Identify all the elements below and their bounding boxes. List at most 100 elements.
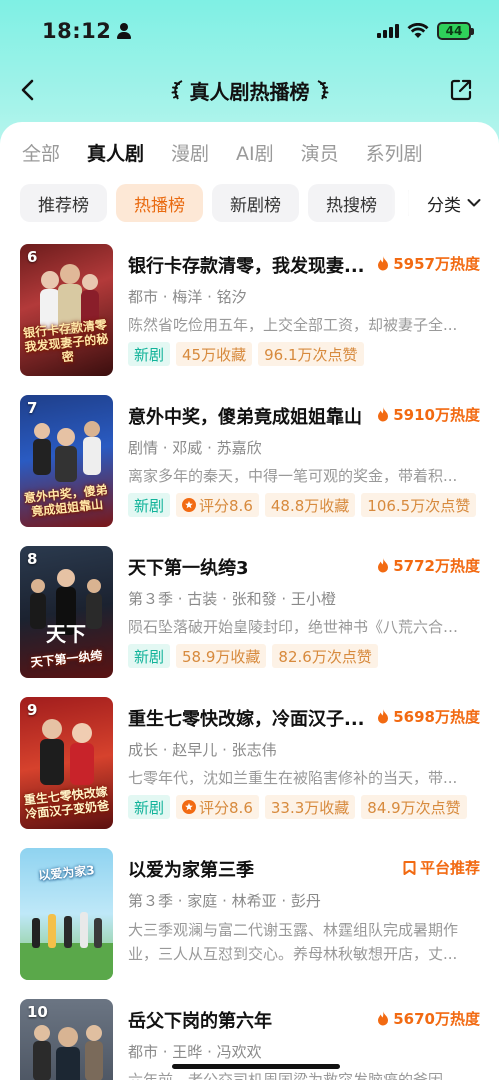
heat-badge: 5910万热度 [377,404,480,425]
flame-icon [378,407,389,422]
flame-icon [378,256,389,271]
score-badge: 评分8.6 [176,795,259,819]
share-icon [450,79,472,101]
heat-value: 5957万热度 [393,255,480,273]
new-badge: 新剧 [128,342,171,366]
heat-badge: 5670万热度 [377,1008,480,1029]
list-item[interactable]: 9 重生七零快改嫁 冷面汉子变奶爸 重生七零快改嫁，冷面汉子... 5698万热… [20,697,480,829]
wifi-icon [407,23,429,38]
page-title-text: 真人剧热播榜 [189,79,310,104]
likes-count: 82.6万次点赞 [272,644,378,668]
score-value: 评分8.6 [199,798,253,817]
item-title: 银行卡存款清零，我发现妻... [128,256,365,277]
favorites-count: 58.9万收藏 [176,644,267,668]
chip-hot[interactable]: 热播榜 [116,184,203,222]
rank-number: 6 [27,248,38,266]
favorites-count: 45万收藏 [176,342,253,366]
page-title: 真人剧热播榜 [170,76,330,105]
filter-label: 分类 [427,195,461,216]
poster-image[interactable]: 10 [20,999,113,1080]
item-meta: 剧情 · 邓威 · 苏嘉欣 [128,439,262,457]
chip-recommend[interactable]: 推荐榜 [20,184,107,222]
category-filter-button[interactable]: 分类 [409,184,499,222]
poster-image[interactable]: 9 重生七零快改嫁 冷面汉子变奶爸 [20,697,113,829]
rank-number: 10 [27,1003,48,1021]
list-item[interactable]: 天下 8 天下第一纨绔 天下第一纨绔3 5772万热度 第３季 · 古装 · 张… [20,546,480,678]
item-tags: 新剧 评分8.6 33.3万收藏 84.9万次点赞 [128,795,467,819]
heat-badge: 5698万热度 [377,706,480,727]
item-tags: 新剧 45万收藏 96.1万次点赞 [128,342,364,366]
poster-image[interactable]: 7 意外中奖，傻弟竟成姐姐靠山 [20,395,113,527]
chip-new[interactable]: 新剧榜 [212,184,299,222]
tab-ai[interactable]: AI剧 [236,140,274,168]
item-description: 大三季观澜与富二代谢玉露、林霆组队完成暑期作业，三人从互怼到交心。养母林秋敏想开… [128,921,459,963]
poster-image[interactable]: 以爱为家3 [20,848,113,980]
score-badge: 评分8.6 [176,493,259,517]
category-tabs: 全部 真人剧 漫剧 AI剧 演员 系列剧 [22,140,450,168]
poster-image[interactable]: 天下 8 天下第一纨绔 [20,546,113,678]
flame-icon [378,1011,389,1026]
status-bar: 18:12 44 [0,0,499,62]
tab-all[interactable]: 全部 [22,140,60,168]
item-title: 岳父下岗的第六年 [128,1011,272,1032]
heat-badge: 5772万热度 [377,555,480,576]
chip-trending[interactable]: 热搜榜 [308,184,395,222]
signal-icon [377,24,399,38]
rank-number: 9 [27,701,38,719]
bookmark-icon [403,860,416,875]
star-badge-icon [182,498,197,512]
new-badge: 新剧 [128,795,171,819]
promoted-label: 平台推荐 [419,859,480,877]
heat-value: 5772万热度 [393,557,480,575]
list-item[interactable]: 7 意外中奖，傻弟竟成姐姐靠山 意外中奖，傻弟竟成姐姐靠山 5910万热度 剧情… [20,395,480,527]
item-description: 六年前，老公交司机周国梁为救突发脑癌的爸因... [128,1071,458,1080]
chevron-down-icon [467,199,481,207]
tab-live-action[interactable]: 真人剧 [87,140,144,168]
item-description: 离家多年的秦天，中得一笔可观的奖金，带着积... [128,467,458,485]
laurel-left-icon [171,80,182,100]
rank-tabs: 推荐榜 热播榜 新剧榜 热搜榜 分类 [20,184,499,222]
chevron-left-icon [21,79,34,101]
score-value: 评分8.6 [199,496,253,515]
item-description: 七零年代，沈如兰重生在被陷害修补的当天，带... [128,769,458,787]
item-meta: 成长 · 赵早儿 · 张志伟 [128,741,277,759]
item-meta: 第３季 · 古装 · 张和發 · 王小橙 [128,590,336,608]
home-indicator[interactable] [172,1064,340,1069]
likes-count: 96.1万次点赞 [258,342,364,366]
item-title: 天下第一纨绔3 [128,558,249,579]
item-meta: 第３季 · 家庭 · 林希亚 · 彭丹 [128,892,321,910]
svg-text:天下: 天下 [46,622,86,646]
heat-badge: 5957万热度 [377,253,480,274]
item-description: 陨石坠落破开始皇陵封印，绝世神书《八荒六合》... [128,618,466,636]
share-button[interactable] [443,72,479,108]
poster-caption: 银行卡存款清零 我发现妻子的秘密 [22,317,110,365]
back-button[interactable] [10,72,46,108]
person-icon [117,23,132,39]
list-item[interactable]: 6 银行卡存款清零 我发现妻子的秘密 银行卡存款清零，我发现妻... 5957万… [20,244,480,376]
flame-icon [378,558,389,573]
likes-count: 106.5万次点赞 [361,493,477,517]
likes-count: 84.9万次点赞 [361,795,467,819]
list-item[interactable]: 以爱为家3 以爱为家第三季 平台推荐 第３季 · 家庭 · 林希亚 · 彭丹 大… [20,848,480,980]
heat-value: 5910万热度 [393,406,480,424]
star-badge-icon [182,800,197,814]
item-title: 重生七零快改嫁，冷面汉子... [128,709,365,730]
rank-number: 8 [27,550,38,568]
tab-actors[interactable]: 演员 [301,140,339,168]
item-meta: 都市 · 梅洋 · 铭汐 [128,288,247,306]
new-badge: 新剧 [128,493,171,517]
heat-value: 5670万热度 [393,1010,480,1028]
tab-series[interactable]: 系列剧 [366,140,423,168]
item-title: 意外中奖，傻弟竟成姐姐靠山 [128,407,362,428]
item-description: 陈然省吃俭用五年，上交全部工资，却被妻子全... [128,316,458,334]
poster-image[interactable]: 6 银行卡存款清零 我发现妻子的秘密 [20,244,113,376]
favorites-count: 33.3万收藏 [264,795,356,819]
item-tags: 新剧 评分8.6 48.8万收藏 106.5万次点赞 [128,493,477,517]
new-badge: 新剧 [128,644,171,668]
laurel-right-icon [317,80,328,100]
promoted-badge: 平台推荐 [403,857,480,878]
item-tags: 新剧 58.9万收藏 82.6万次点赞 [128,644,378,668]
tab-comic[interactable]: 漫剧 [171,140,209,168]
item-meta: 都市 · 王晔 · 冯欢欢 [128,1043,262,1061]
nav-header: 真人剧热播榜 [0,62,499,118]
